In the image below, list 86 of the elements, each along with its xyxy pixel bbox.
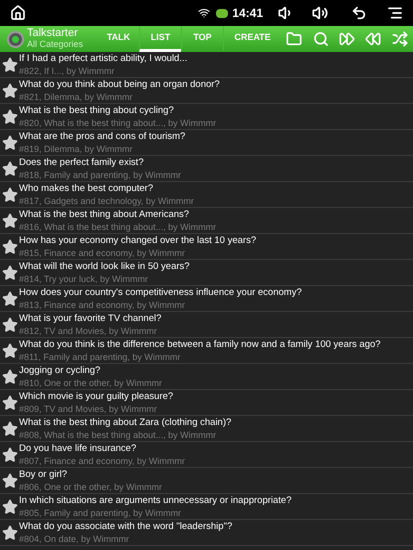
topic-title: Who makes the best computer? [19,183,154,195]
list-item[interactable]: Which movie is your guilty pleasure? #809, TV and Movies, by Wimmmr [0,390,413,416]
clock-time: 14:41 [232,5,263,22]
list-item[interactable]: What do you think about being an organ donor? #821, Dilemma, by Wimmmr [0,78,413,104]
star-icon[interactable] [2,369,18,385]
topic-meta: #809, TV and Movies, by Wimmmr [19,403,158,415]
list-item[interactable]: Does the perfect family exist? #818, Family and parenting, by Wimmmr [0,156,413,182]
topic-title: What do you associate with the word "leadership"? [19,521,232,533]
topic-meta: #819, Dilemma, by Wimmmr [19,143,134,155]
topic-title: What are the pros and cons of tourism? [19,131,186,143]
topic-meta: #805, Family and parenting, by Wimmmr [19,507,182,519]
app-title: Talkstarter [27,28,79,39]
topic-title: Do you have life insurance? [19,443,138,455]
topic-meta: #812, TV and Movies, by Wimmmr [19,325,158,337]
star-icon[interactable] [2,265,18,281]
list-item[interactable]: How does your country's competitiveness influence your economy? #813, Finance and economy, by Wimmmr [0,286,413,312]
app-icon[interactable] [7,30,24,48]
star-icon[interactable] [2,317,18,333]
star-icon[interactable] [2,421,18,437]
list-item[interactable]: What is the best thing about Americans? #816, What is the best thing about..., by Wimmmr [0,208,413,234]
star-icon[interactable] [2,525,18,541]
topic-title: What is the best thing about cycling? [19,105,175,117]
topic-title: Boy or girl? [19,469,68,481]
star-icon[interactable] [2,187,18,203]
topic-title: How has your economy changed over the last 10 years? [19,235,256,247]
list-item[interactable]: What is the best thing about cycling? #820, What is the best thing about..., by Wimmmr [0,104,413,130]
star-icon[interactable] [2,473,18,489]
topic-meta: #808, What is the best thing about..., by Wimmmr [19,429,218,441]
star-icon[interactable] [2,135,18,151]
home-icon[interactable] [8,3,28,23]
list-item[interactable]: Jogging or cycling? #810, One or the other, by Wimmmr [0,364,413,390]
star-icon[interactable] [2,83,18,99]
topic-title: What is the best thing about Zara (clothing chain)? [19,417,232,429]
star-icon[interactable] [2,343,18,359]
topic-meta: #815, Finance and economy, by Wimmmr [19,247,186,259]
topic-meta: #806, One or the other, by Wimmmr [19,481,162,493]
list-item[interactable]: Boy or girl? #806, One or the other, by Wimmmr [0,468,413,494]
list-item[interactable]: What are the pros and cons of tourism? #819, Dilemma, by Wimmmr [0,130,413,156]
topic-title: What will the world look like in 50 years? [19,261,190,273]
category-subtitle: All Categories [27,39,84,50]
topic-title: What do you think is the difference between a family now and a family 100 years ago? [19,339,381,351]
list-item[interactable]: What is your favorite TV channel? #812, TV and Movies, by Wimmmr [0,312,413,338]
list-item[interactable]: Who makes the best computer? #817, Gadgets and technology, by Wimmmr [0,182,413,208]
topic-meta: #814, Try your luck, by Wimmmr [19,273,150,285]
star-icon[interactable] [2,161,18,177]
star-icon[interactable] [2,213,18,229]
star-icon[interactable] [2,57,18,73]
rewind-icon[interactable] [364,30,382,48]
topic-meta: #821, Dilemma, by Wimmmr [19,91,134,103]
topic-title: If I had a perfect artistic ability, I would... [19,53,188,65]
list-item[interactable]: What is the best thing about Zara (clothing chain)? #808, What is the best thing about..., by Wimmmr [0,416,413,442]
star-icon[interactable] [2,239,18,255]
topic-title: Which movie is your guilty pleasure? [19,391,174,403]
topic-title: What do you think about being an organ donor? [19,79,220,91]
shuffle-icon[interactable] [390,30,409,48]
star-icon[interactable] [2,109,18,125]
star-icon[interactable] [2,499,18,515]
topic-title: In which situations are arguments unnecessary or inappropriate? [19,495,292,507]
topic-title: Does the perfect family exist? [19,157,145,169]
topic-title: What is your favorite TV channel? [19,313,162,325]
list-item[interactable]: How has your economy changed over the last 10 years? #815, Finance and economy, by Wimmmr [0,234,413,260]
topic-meta: #822, If I..., by Wimmmr [19,65,116,77]
star-icon[interactable] [2,447,18,463]
topic-meta: #807, Finance and economy, by Wimmmr [19,455,185,467]
list-item[interactable]: What do you associate with the word "leadership"? #804, On date, by Wimmmr [0,520,413,546]
topic-meta: #804, On date, by Wimmmr [19,533,130,545]
fast-forward-icon[interactable] [338,30,356,48]
list-item[interactable]: In which situations are arguments unnecessary or inappropriate? #805, Family and parenting, by Wimmmr [0,494,413,520]
topic-title: What is the best thing about Americans? [19,209,190,221]
topic-meta: #818, Family and parenting, by Wimmmr [19,169,182,181]
topic-meta: #810, One or the other, by Wimmmr [19,377,162,389]
topic-title: Jogging or cycling? [19,365,102,377]
topic-meta: #820, What is the best thing about..., by Wimmmr [19,117,216,129]
list-item[interactable]: If I had a perfect artistic ability, I would... #822, If I..., by Wimmmr [0,52,413,78]
topic-title: How does your country's competitiveness influence your economy? [19,287,302,299]
search-icon[interactable] [312,30,330,48]
list-item[interactable]: What do you think is the difference between a family now and a family 100 years ago? #811, Family and parenting, by Wimmmr [0,338,413,364]
star-icon[interactable] [2,291,18,307]
list-item[interactable]: Do you have life insurance? #807, Finance and economy, by Wimmmr [0,442,413,468]
topic-meta: #816, What is the best thing about..., by Wimmmr [19,221,216,233]
topic-meta: #811, Family and parenting, by Wimmmr [19,351,182,363]
list-item[interactable]: What will the world look like in 50 years? #814, Try your luck, by Wimmmr [0,260,413,286]
star-icon[interactable] [2,395,18,411]
topic-meta: #813, Finance and economy, by Wimmmr [19,299,186,311]
folder-icon[interactable] [285,30,304,48]
topic-meta: #817, Gadgets and technology, by Wimmmr [19,195,194,207]
